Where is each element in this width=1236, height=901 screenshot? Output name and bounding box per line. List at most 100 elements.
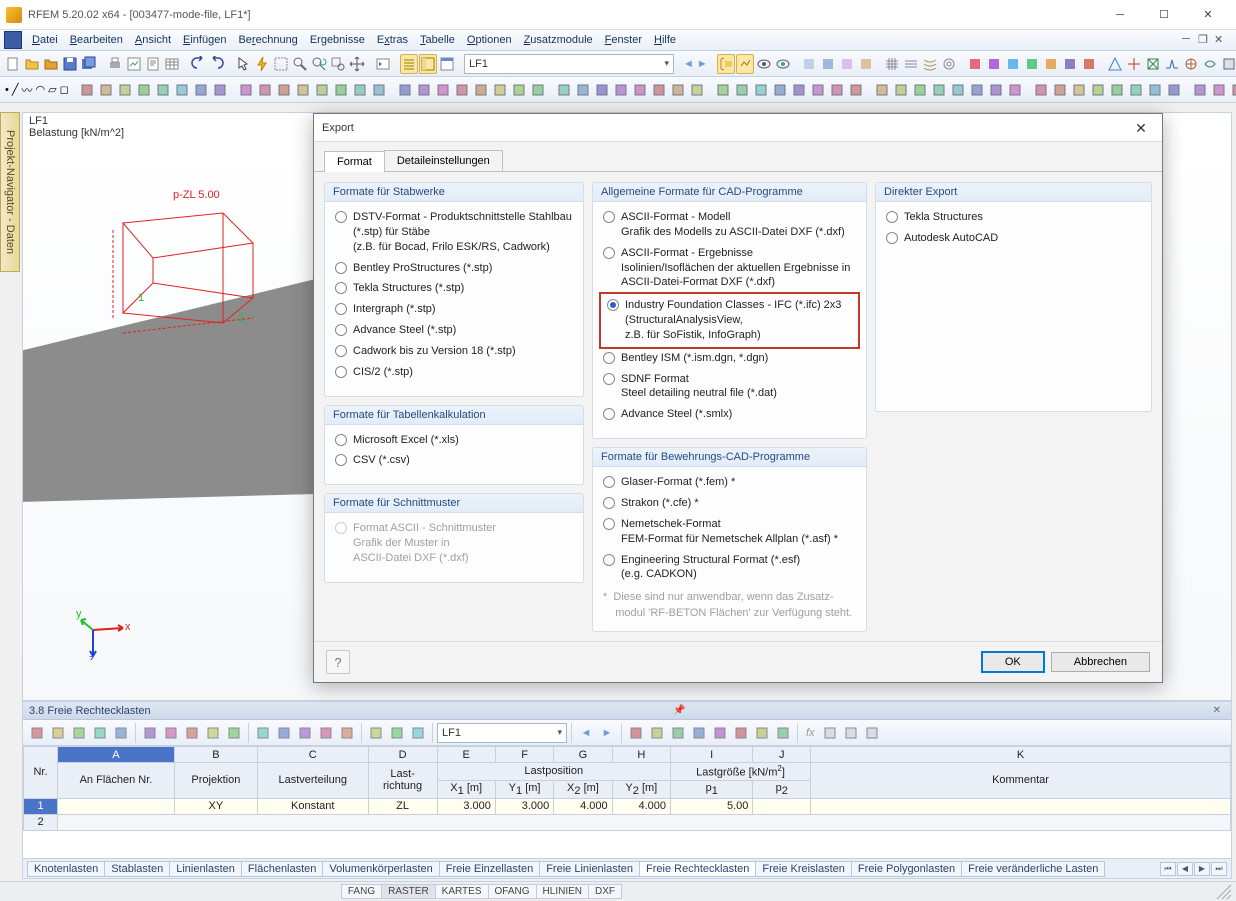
minimize-button[interactable]: ─ (1098, 1, 1142, 29)
btb3-2-icon[interactable] (862, 723, 882, 743)
tool-23-icon[interactable] (529, 80, 547, 100)
tool-2-icon[interactable] (116, 80, 134, 100)
zoom-window-icon[interactable] (329, 54, 347, 74)
move-icon[interactable] (348, 54, 366, 74)
mdi-minimize-icon[interactable]: ─ (1182, 33, 1196, 47)
module-6-icon[interactable] (1061, 54, 1079, 74)
show-loads-icon[interactable] (717, 54, 735, 74)
tool-57-icon[interactable] (1210, 80, 1228, 100)
cell-p1[interactable]: 5.00 (671, 798, 753, 814)
tool-53-icon[interactable] (1127, 80, 1145, 100)
cell-empty[interactable] (58, 814, 1231, 830)
eye-results-icon[interactable] (774, 54, 792, 74)
cad-6-icon[interactable] (1201, 54, 1219, 74)
col-C[interactable]: C (257, 747, 368, 763)
tool-9-icon[interactable] (256, 80, 274, 100)
cell-an[interactable] (58, 798, 175, 814)
btb-next-icon[interactable]: ► (597, 723, 617, 743)
status-dxf[interactable]: DXF (588, 884, 622, 899)
tool-17-icon[interactable] (415, 80, 433, 100)
grid-1-icon[interactable] (883, 54, 901, 74)
tool-1-icon[interactable] (97, 80, 115, 100)
btb-5-icon[interactable] (140, 723, 160, 743)
open-project-icon[interactable] (42, 54, 60, 74)
report-icon[interactable] (144, 54, 162, 74)
col-J[interactable]: J (753, 747, 811, 763)
table-icon[interactable] (163, 54, 181, 74)
col-I[interactable]: I (671, 747, 753, 763)
radio-glaser[interactable]: Glaser-Format (*.fem) * (603, 475, 856, 490)
tool-43-icon[interactable] (930, 80, 948, 100)
btab-freie-linien[interactable]: Freie Linienlasten (539, 861, 640, 877)
radio-csv[interactable]: CSV (*.csv) (335, 453, 573, 468)
radio-advance-smlx[interactable]: Advance Steel (*.smlx) (603, 407, 856, 422)
tool-34-icon[interactable] (752, 80, 770, 100)
radio-strakon[interactable]: Strakon (*.cfe) * (603, 496, 856, 511)
btb3-1-icon[interactable] (841, 723, 861, 743)
radio-cadwork[interactable]: Cadwork bis zu Version 18 (*.stp) (335, 344, 573, 359)
col-F[interactable]: F (495, 747, 553, 763)
table-row[interactable]: 2 (24, 814, 1231, 830)
save-all-icon[interactable] (80, 54, 98, 74)
view-prev-icon[interactable] (374, 54, 392, 74)
list-icon[interactable] (400, 54, 418, 74)
open-icon[interactable] (23, 54, 41, 74)
cad-3-icon[interactable] (1144, 54, 1162, 74)
tool-0-icon[interactable] (78, 80, 96, 100)
cad-5-icon[interactable] (1182, 54, 1200, 74)
grid-4-icon[interactable] (940, 54, 958, 74)
tool-33-icon[interactable] (733, 80, 751, 100)
tool-4-icon[interactable] (154, 80, 172, 100)
radio-nemetschek[interactable]: Nemetschek-FormatFEM-Format für Nemetsch… (603, 517, 856, 547)
radio-cis2[interactable]: CIS/2 (*.stp) (335, 365, 573, 380)
module-7-icon[interactable] (1080, 54, 1098, 74)
btb-2-icon[interactable] (69, 723, 89, 743)
tab-details[interactable]: Detaileinstellungen (384, 150, 503, 171)
print-icon[interactable] (106, 54, 124, 74)
radio-bentley-pro[interactable]: Bentley ProStructures (*.stp) (335, 261, 573, 276)
btb-8-icon[interactable] (203, 723, 223, 743)
resize-grip-icon[interactable] (1216, 884, 1232, 900)
status-raster[interactable]: RASTER (381, 884, 436, 899)
btb-prev-icon[interactable]: ◄ (576, 723, 596, 743)
btb3-0-icon[interactable] (820, 723, 840, 743)
tool-47-icon[interactable] (1006, 80, 1024, 100)
cell-y1[interactable]: 3.000 (495, 798, 553, 814)
btab-freie-polygon[interactable]: Freie Polygonlasten (851, 861, 962, 877)
btab-flaechenlasten[interactable]: Flächenlasten (241, 861, 324, 877)
cad-4-icon[interactable] (1163, 54, 1181, 74)
btb-0-icon[interactable] (27, 723, 47, 743)
radio-dstv[interactable]: DSTV-Format - Produktschnittstelle Stahl… (335, 210, 573, 255)
btab-last-icon[interactable]: ⏭ (1211, 862, 1227, 876)
btb-15-icon[interactable] (366, 723, 386, 743)
tool-14-icon[interactable] (351, 80, 369, 100)
radio-excel[interactable]: Microsoft Excel (*.xls) (335, 433, 573, 448)
btab-linienlasten[interactable]: Linienlasten (169, 861, 242, 877)
btab-volumen[interactable]: Volumenkörperlasten (322, 861, 439, 877)
grid-3-icon[interactable] (921, 54, 939, 74)
cell-x2[interactable]: 4.000 (554, 798, 612, 814)
bottom-lf-combo[interactable]: LF1 (437, 723, 567, 743)
cell-lastricht[interactable]: ZL (368, 798, 437, 814)
status-ofang[interactable]: OFANG (488, 884, 537, 899)
cell-x1[interactable]: 3.000 (437, 798, 495, 814)
tool-41-icon[interactable] (892, 80, 910, 100)
tool-50-icon[interactable] (1070, 80, 1088, 100)
module-4-icon[interactable] (1023, 54, 1041, 74)
menu-bearbeiten[interactable]: Bearbeiten (64, 32, 129, 48)
select-window-icon[interactable] (272, 54, 290, 74)
tool-21-icon[interactable] (491, 80, 509, 100)
tool-12-icon[interactable] (313, 80, 331, 100)
menu-fenster[interactable]: Fenster (599, 32, 648, 48)
btab-first-icon[interactable]: ⏮ (1160, 862, 1176, 876)
radio-ascii-model[interactable]: ASCII-Format - ModellGrafik des Modells … (603, 210, 856, 240)
cell-proj[interactable]: XY (174, 798, 257, 814)
status-fang[interactable]: FANG (341, 884, 382, 899)
zoom-icon[interactable] (291, 54, 309, 74)
btab-prev-icon[interactable]: ◀ (1177, 862, 1193, 876)
tool-31-icon[interactable] (688, 80, 706, 100)
col-D[interactable]: D (368, 747, 437, 763)
btb-14-icon[interactable] (337, 723, 357, 743)
cad-1-icon[interactable] (1106, 54, 1124, 74)
btb-11-icon[interactable] (274, 723, 294, 743)
